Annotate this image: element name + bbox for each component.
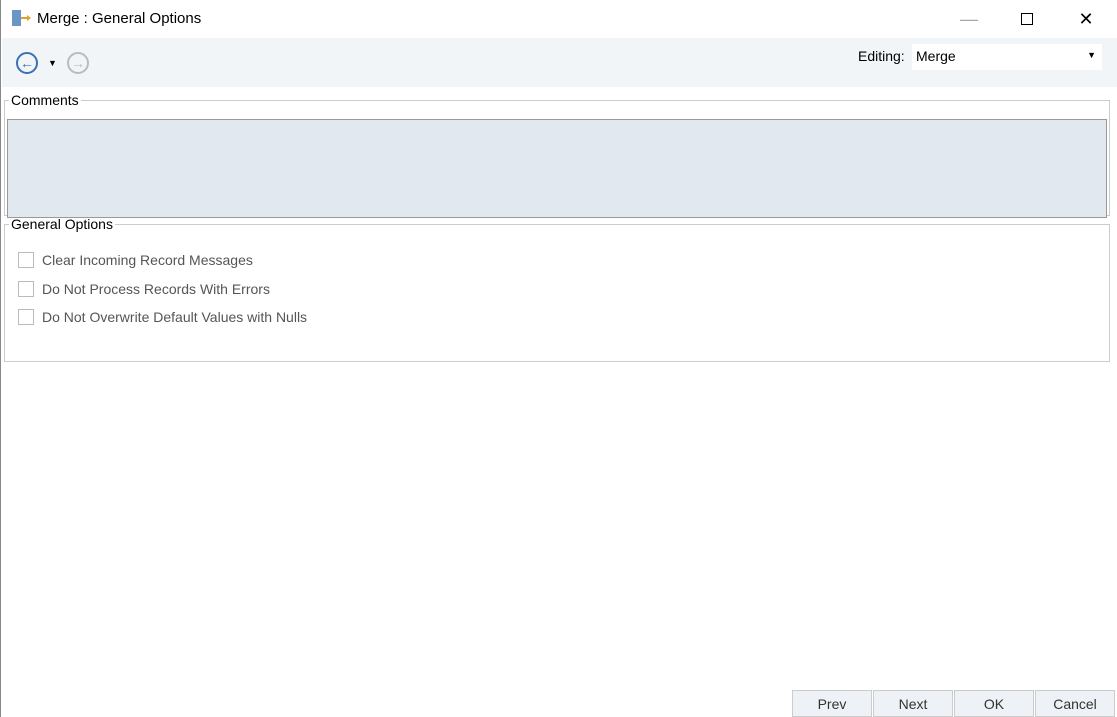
toolbar: ← ▼ → Editing: Merge ▼ (2, 38, 1117, 87)
do-not-overwrite-defaults-checkbox[interactable]: Do Not Overwrite Default Values with Nul… (18, 309, 307, 325)
editing-label: Editing: (858, 48, 905, 64)
comments-label: Comments (11, 92, 79, 108)
maximize-button[interactable] (1004, 0, 1050, 38)
checkbox-box[interactable] (18, 309, 34, 325)
checkbox-box[interactable] (18, 252, 34, 268)
forward-arrow-icon[interactable]: → (67, 52, 89, 74)
window-title: Merge : General Options (37, 10, 202, 27)
next-button[interactable]: Next (873, 690, 953, 717)
do-not-process-errors-checkbox[interactable]: Do Not Process Records With Errors (18, 281, 270, 297)
back-arrow-icon[interactable]: ← (16, 52, 38, 74)
comments-group: Comments (4, 92, 1110, 218)
editing-value: Merge (916, 48, 956, 64)
chevron-down-icon: ▼ (1087, 50, 1096, 60)
history-dropdown-icon[interactable]: ▼ (48, 58, 57, 68)
editing-select[interactable]: Merge ▼ (912, 44, 1102, 70)
checkbox-label: Clear Incoming Record Messages (42, 252, 253, 268)
general-options-group: General Options Clear Incoming Record Me… (4, 216, 1110, 362)
clear-incoming-record-messages-checkbox[interactable]: Clear Incoming Record Messages (18, 252, 253, 268)
checkbox-box[interactable] (18, 281, 34, 297)
minimize-button[interactable]: — (946, 0, 992, 38)
checkbox-label: Do Not Process Records With Errors (42, 281, 270, 297)
merge-tool-icon (12, 10, 31, 26)
ok-button[interactable]: OK (954, 690, 1034, 717)
comments-input[interactable] (7, 119, 1107, 218)
checkbox-label: Do Not Overwrite Default Values with Nul… (42, 309, 308, 325)
general-options-label: General Options (11, 216, 113, 232)
cancel-button[interactable]: Cancel (1035, 690, 1115, 717)
close-button[interactable]: ✕ (1063, 0, 1109, 38)
title-bar: Merge : General Options — ✕ (1, 0, 1117, 38)
prev-button[interactable]: Prev (792, 690, 872, 717)
